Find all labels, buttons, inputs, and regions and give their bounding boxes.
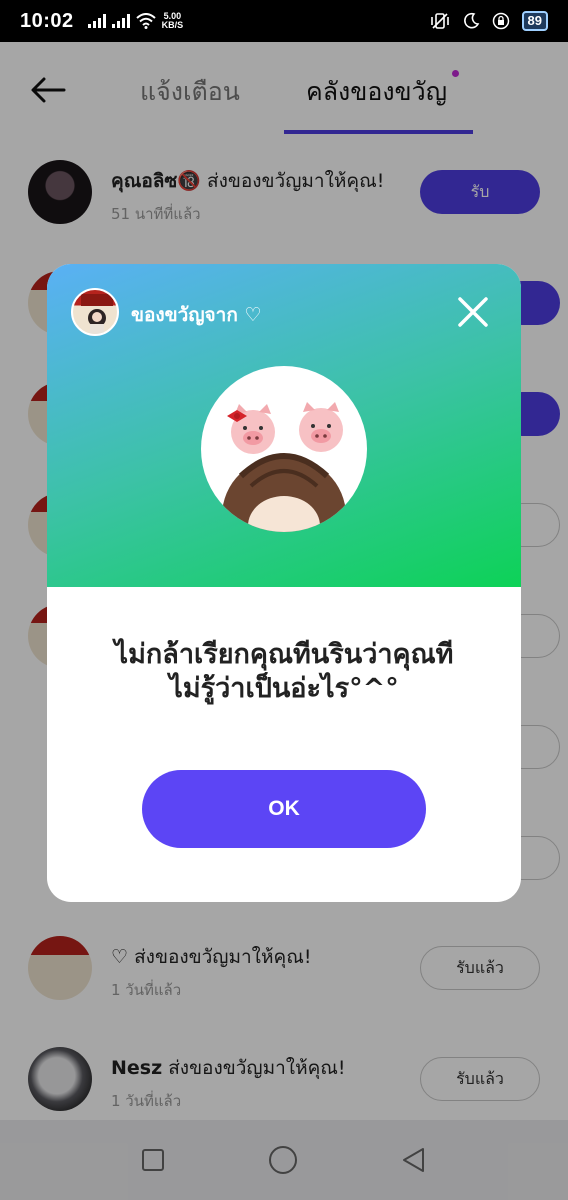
status-indicators: 5.00 KB/S (87, 12, 184, 30)
status-time: 10:02 (20, 9, 74, 32)
sender-avatar (71, 288, 119, 336)
moon-icon (463, 12, 479, 29)
rotation-lock-icon (492, 12, 509, 30)
network-speed: 5.00 KB/S (162, 12, 184, 30)
gift-message-line-2: ไม่รู้ว่าเป็นอ่ะไร°^° (169, 673, 399, 704)
vibrate-off-icon (430, 13, 449, 29)
gift-image (201, 366, 367, 532)
battery-indicator: 89 (521, 11, 548, 31)
pig-hair-accessory-icon (222, 402, 346, 532)
modal-header: ของขวัญจาก ♡ (47, 264, 521, 587)
status-bar: 10:02 5.00 KB/S 89 (0, 0, 568, 42)
gift-message-line-1: ไม่กล้าเรียกคุณทีนรินว่าคุณที (114, 639, 454, 670)
close-icon[interactable] (455, 294, 491, 330)
status-right: 89 (430, 11, 548, 31)
speed-unit: KB/S (161, 20, 184, 30)
signal-icon (87, 14, 106, 28)
gift-modal: ของขวัญจาก ♡ ไม่กล้าเรียกคุณทีนรินว่าคุณ… (47, 264, 521, 902)
gift-message: ไม่กล้าเรียกคุณทีนรินว่าคุณที ไม่รู้ว่าเ… (47, 638, 521, 706)
ok-button[interactable]: OK (142, 770, 426, 848)
wifi-icon (135, 13, 156, 29)
modal-title: ของขวัญจาก ♡ (131, 304, 262, 326)
signal-icon (111, 14, 130, 28)
